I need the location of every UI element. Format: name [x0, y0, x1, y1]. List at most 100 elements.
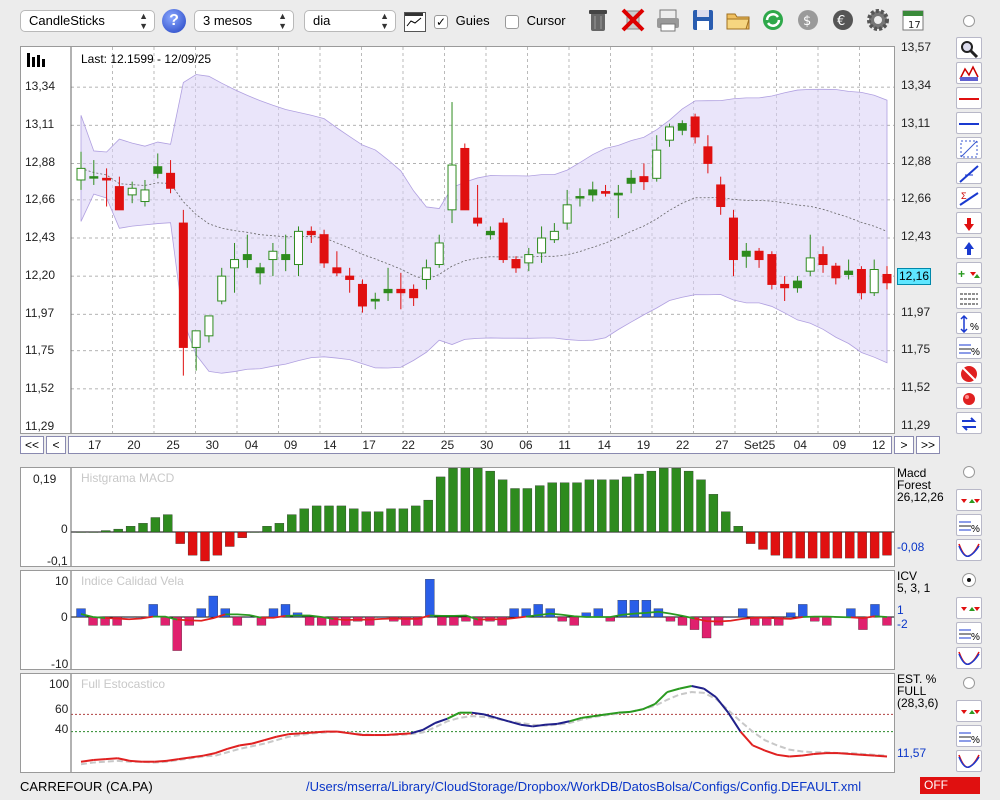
cursor-label: Cursor — [526, 13, 566, 28]
candle-body — [537, 237, 547, 254]
candle-body — [383, 288, 393, 294]
icv-bar — [810, 616, 820, 622]
stochastic-k-line — [312, 730, 326, 734]
candle-body — [639, 176, 649, 183]
candle-body — [741, 250, 751, 257]
stochastic-k-line — [874, 754, 888, 758]
no-entry-icon[interactable] — [956, 362, 982, 384]
signal-arrows-icon[interactable] — [956, 597, 982, 619]
refresh-icon[interactable] — [760, 7, 786, 33]
macd-info-line: 26,12,26 — [897, 490, 944, 504]
stochastic-info: EST. % FULL (28,3,6) 11,57 — [897, 673, 947, 759]
date-axis[interactable]: 17 20 25 30 04 09 14 17 22 25 30 06 11 14 19 22 27 Set25 0… — [68, 436, 892, 454]
stochastic-k-line — [80, 758, 94, 763]
chart-type-select[interactable]: CandleSticks ▲ ▼ — [20, 10, 155, 32]
lines-percent-icon[interactable]: % — [956, 725, 982, 747]
macd-panel[interactable]: Histgrama MACD 0,19 0 -0,1 — [20, 467, 895, 568]
svg-text:€: € — [837, 14, 845, 29]
candle — [498, 218, 508, 263]
stochastic-k-line — [166, 758, 179, 762]
interval-select[interactable]: dia ▲ ▼ — [304, 10, 396, 32]
date-tick-label: 25 — [440, 438, 455, 452]
macd-bar — [795, 531, 805, 559]
trendline-icon[interactable] — [956, 162, 982, 184]
stochastic-panel[interactable]: Full Estocastico 100 60 40 — [20, 673, 895, 773]
macd-bar — [460, 468, 471, 533]
gear-icon[interactable] — [865, 7, 891, 33]
lines-percent-icon[interactable]: % — [956, 514, 982, 536]
stochastic-radio[interactable] — [963, 677, 975, 689]
record-icon[interactable] — [956, 387, 982, 409]
horizontal-line-red-icon[interactable] — [956, 87, 982, 109]
stochastic-k-line — [398, 732, 411, 736]
grid-lines-icon[interactable] — [956, 287, 982, 309]
add-signal-icon[interactable]: + — [956, 262, 982, 284]
icv-value-2: -2 — [897, 617, 908, 631]
candle-body — [690, 116, 700, 138]
fibonacci-icon[interactable] — [956, 137, 982, 159]
y-axis-tick-label: 11,97 — [25, 306, 55, 321]
guides-checkbox[interactable]: ✓ Guies — [434, 13, 490, 29]
status-badge[interactable]: OFF — [920, 777, 980, 794]
chart-style-icon[interactable] — [956, 62, 982, 84]
svg-text:%: % — [971, 347, 980, 358]
macd-bar — [88, 531, 99, 533]
swap-icon[interactable] — [956, 412, 982, 434]
stochastic-k-line — [630, 708, 643, 713]
lines-percent-icon[interactable]: % — [956, 337, 982, 359]
horizontal-line-blue-icon[interactable] — [956, 112, 982, 134]
divergence-icon[interactable] — [956, 539, 982, 561]
arrow-up-blue-icon[interactable] — [956, 237, 982, 259]
icv-panel[interactable]: Indice Calidad Vela 10 0 -10 — [20, 570, 895, 671]
macd-bar — [125, 526, 136, 533]
stochastic-k-line — [801, 752, 814, 757]
divergence-icon[interactable] — [956, 647, 982, 669]
stochastic-k-line — [520, 723, 533, 728]
channel-icon[interactable]: Σ — [956, 187, 982, 209]
icv-radio-selected[interactable] — [963, 574, 975, 586]
trash-icon[interactable] — [585, 7, 611, 33]
lines-percent-icon[interactable]: % — [956, 622, 982, 644]
macd-radio[interactable] — [963, 466, 975, 478]
config-path[interactable]: /Users/mserra/Library/CloudStorage/Dropb… — [306, 779, 861, 794]
candle-body — [575, 196, 585, 199]
macd-bar — [448, 468, 458, 533]
macd-bar — [646, 470, 657, 533]
euro-icon[interactable]: € — [830, 7, 856, 33]
signal-arrows-icon[interactable] — [956, 489, 982, 511]
update-currency-icon[interactable]: $ — [795, 7, 821, 33]
period-select[interactable]: 3 mesos ▲ ▼ — [194, 10, 294, 32]
signal-arrows-icon[interactable] — [956, 700, 982, 722]
delete-drawings-icon[interactable] — [620, 7, 646, 33]
print-icon[interactable] — [655, 7, 681, 33]
stoch-value: 11,57 — [897, 746, 927, 760]
zoom-icon[interactable] — [956, 37, 982, 59]
icv-bar — [846, 608, 856, 618]
open-folder-icon[interactable] — [725, 7, 751, 33]
calendar-icon[interactable]: 17 — [900, 7, 926, 33]
macd-y-tick: 0,19 — [33, 472, 57, 486]
divergence-icon[interactable] — [956, 750, 982, 772]
chart-window-icon[interactable] — [404, 12, 426, 32]
stochastic-k-line — [105, 757, 118, 761]
save-icon[interactable] — [690, 7, 716, 33]
nav-prev-button[interactable]: < — [46, 436, 66, 454]
svg-text:$: $ — [803, 14, 811, 29]
candle-body — [460, 147, 470, 211]
scale-percent-icon[interactable]: % — [956, 312, 982, 334]
nav-first-button[interactable]: << — [20, 436, 44, 454]
nav-next-button[interactable]: > — [894, 436, 914, 454]
price-chart-panel[interactable]: Last: 12.1599 - 12/09/25 13,34 13,11 12,88… — [20, 46, 895, 434]
macd-bar — [349, 508, 359, 533]
macd-bar — [572, 482, 582, 533]
macd-bar — [311, 505, 322, 533]
date-tick-label: 22 — [676, 438, 690, 452]
candle-body — [728, 217, 738, 261]
cursor-checkbox[interactable]: Cursor — [505, 13, 566, 29]
nav-last-button[interactable]: >> — [916, 436, 940, 454]
arrow-down-red-icon[interactable] — [956, 212, 982, 234]
macd-bar — [324, 505, 334, 533]
help-button[interactable]: ? — [162, 9, 186, 33]
icv-bar — [365, 616, 375, 626]
main-chart-radio[interactable] — [963, 15, 975, 27]
